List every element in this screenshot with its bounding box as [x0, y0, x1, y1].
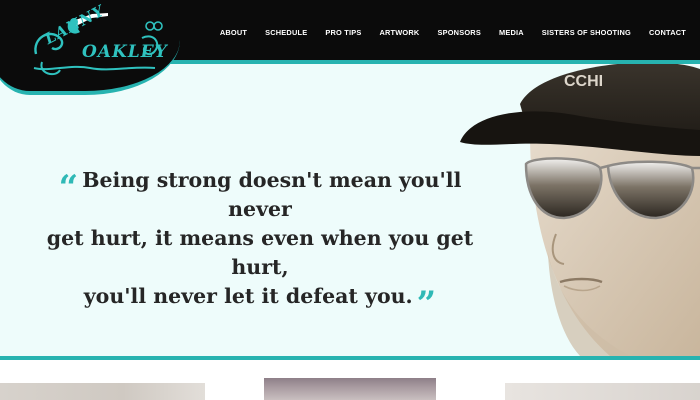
cap-logo-text: CCHI — [564, 73, 603, 90]
nav-item-about[interactable]: ABOUT — [220, 28, 247, 37]
gallery-strip — [0, 360, 700, 400]
main-nav: ABOUT SCHEDULE PRO TIPS ARTWORK SPONSORS… — [202, 25, 686, 39]
nav-item-pro-tips[interactable]: PRO TIPS — [325, 28, 361, 37]
quote-line-1-text: Being strong doesn't mean you'll never — [82, 168, 462, 221]
hero-section: CCHI “Being strong doesn't mean you'll n… — [0, 64, 700, 356]
nav-item-media[interactable]: MEDIA — [499, 28, 524, 37]
nav-item-artwork[interactable]: ARTWORK — [379, 28, 419, 37]
woman-in-cap-and-sunglasses-image: CCHI — [460, 64, 700, 356]
gallery-image-right[interactable] — [505, 383, 700, 400]
quote-line-1: “Being strong doesn't mean you'll never — [58, 168, 462, 221]
hero-quote: “Being strong doesn't mean you'll never … — [30, 166, 490, 324]
nav-item-schedule[interactable]: SCHEDULE — [265, 28, 307, 37]
nav-item-sponsors[interactable]: SPONSORS — [437, 28, 481, 37]
gallery-image-center[interactable] — [264, 378, 436, 400]
gallery-image-left[interactable] — [0, 383, 205, 400]
quote-line-3-text: you'll never let it defeat you. — [83, 284, 413, 308]
logo-word-last: OAKLEY — [82, 42, 168, 62]
nav-item-contact[interactable]: CONTACT — [649, 28, 686, 37]
quote-line-2: get hurt, it means even when you get hur… — [46, 226, 474, 279]
logo-link[interactable]: LANNY OAKLEY — [30, 1, 168, 80]
nav-item-sisters-of-shooting[interactable]: SISTERS OF SHOOTING — [542, 28, 631, 37]
quote-line-3: you'll never let it defeat you.” — [83, 284, 437, 324]
